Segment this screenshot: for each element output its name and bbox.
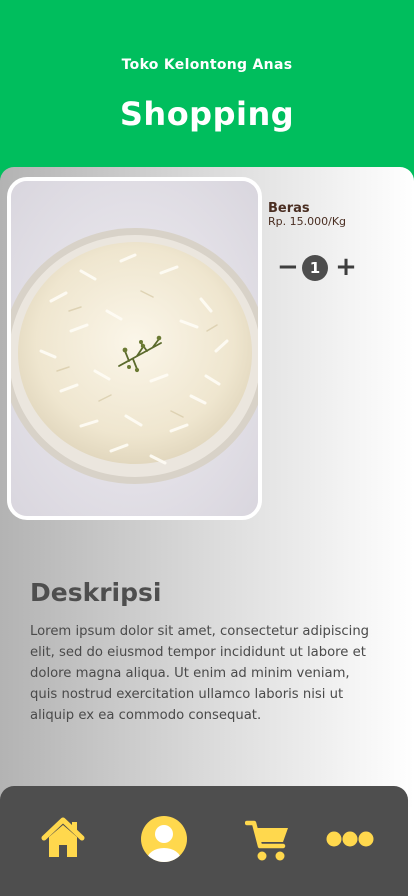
rice-bowl-photo: [11, 181, 258, 516]
nav-cart-button[interactable]: [244, 818, 291, 862]
product-image: [7, 177, 262, 520]
nav-more-button[interactable]: [326, 828, 374, 850]
product-name: Beras: [268, 201, 310, 216]
cart-icon: [244, 820, 288, 861]
user-icon: [141, 816, 187, 862]
page-title: Shopping: [119, 95, 295, 133]
description-heading: Deskripsi: [30, 578, 162, 607]
increment-button[interactable]: +: [335, 254, 357, 280]
nav-profile-button[interactable]: [141, 816, 187, 862]
decrement-button[interactable]: −: [277, 254, 299, 280]
more-icon: [326, 831, 374, 847]
description-text: Lorem ipsum dolor sit amet, consectetur …: [30, 624, 370, 723]
nav-home-button[interactable]: [40, 816, 86, 860]
quantity-value: 1: [302, 255, 328, 281]
store-name: Toko Kelontong Anas: [121, 57, 293, 73]
home-icon: [41, 817, 85, 857]
product-price: Rp. 15.000/Kg: [268, 215, 347, 228]
